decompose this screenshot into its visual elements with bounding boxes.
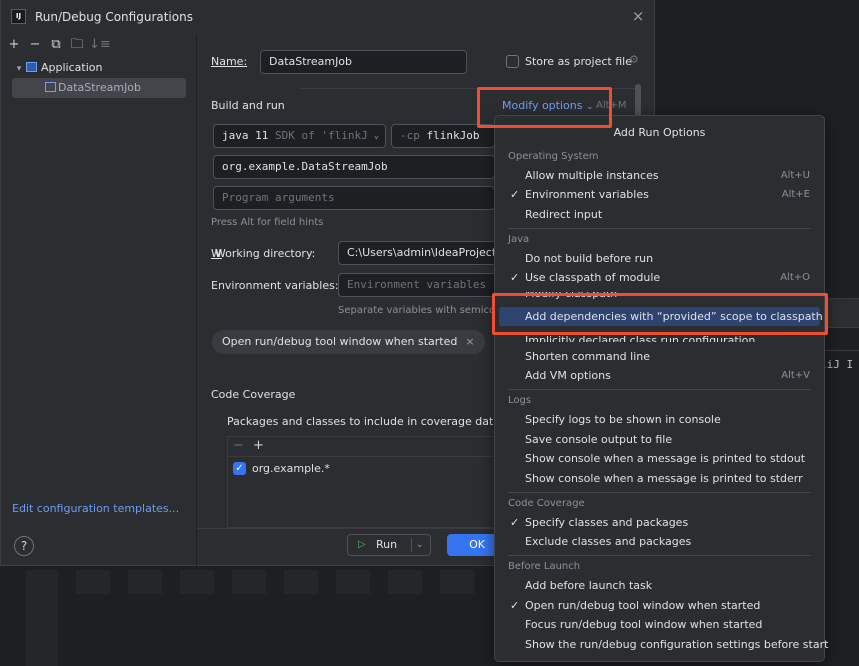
- configuration-icon: [45, 82, 56, 92]
- environment-variables-field[interactable]: Environment variables: [338, 273, 498, 297]
- checkmark-icon: ✓: [510, 188, 520, 201]
- chevron-down-icon[interactable]: ▾: [12, 59, 26, 79]
- option-save-console-output[interactable]: Save console output to file: [499, 430, 820, 449]
- popup-section-java: Java: [508, 234, 530, 245]
- edit-templates-link[interactable]: Edit configuration templates...: [12, 502, 179, 515]
- option-open-tool-window[interactable]: ✓ Open run/debug tool window when started: [499, 596, 820, 615]
- option-do-not-build[interactable]: Do not build before run: [499, 249, 820, 268]
- remove-icon[interactable]: −: [26, 36, 44, 54]
- popup-separator: [508, 492, 811, 493]
- working-directory-label: WWorking directory:: [211, 247, 316, 260]
- highlight-provided-scope-option: [492, 293, 828, 335]
- coverage-pattern-checkbox[interactable]: ✓: [233, 462, 246, 475]
- add-run-options-popup: Add Run Options Operating System Allow m…: [494, 115, 828, 662]
- tree-item-label: DataStreamJob: [58, 81, 142, 94]
- close-icon[interactable]: ×: [630, 8, 646, 24]
- program-arguments-field[interactable]: Program arguments: [213, 186, 495, 210]
- application-icon: [26, 62, 37, 72]
- ide-panel-tile: [336, 570, 370, 594]
- help-button[interactable]: ?: [14, 536, 34, 556]
- environment-variables-hint: Separate variables with semicolon: [338, 305, 494, 316]
- popup-separator: [508, 389, 811, 390]
- option-add-before-launch-task[interactable]: Add before launch task: [499, 576, 820, 595]
- coverage-pattern: org.example.*: [252, 462, 330, 475]
- remove-icon[interactable]: −: [233, 438, 244, 453]
- highlight-modify-options: [477, 87, 612, 128]
- environment-variables-label: Environment variables:: [211, 279, 339, 292]
- folder-icon[interactable]: 🗀: [68, 36, 86, 54]
- intellij-app-icon: IJ: [11, 9, 26, 24]
- chevron-down-icon[interactable]: ⌄: [416, 535, 424, 555]
- configurations-toolbar: + − ⧉ 🗀 ↓≡: [5, 36, 111, 54]
- coverage-list: − + ✓ org.example.*: [227, 436, 497, 528]
- tool-window-chip-label: Open run/debug tool window when started: [222, 335, 458, 348]
- option-exclude-classes[interactable]: Exclude classes and packages: [499, 532, 820, 551]
- dialog-title: Run/Debug Configurations: [35, 10, 193, 24]
- code-coverage-heading: Code Coverage: [211, 388, 296, 401]
- option-show-settings-before-start[interactable]: Show the run/debug configuration setting…: [499, 635, 828, 654]
- name-field[interactable]: DataStreamJob: [260, 50, 467, 74]
- ide-panel-tile: [284, 570, 318, 594]
- main-class-field[interactable]: org.example.DataStreamJob: [213, 155, 495, 179]
- play-icon: ▷: [358, 539, 366, 550]
- build-run-heading: Build and run: [211, 99, 285, 112]
- option-shorten-command-line[interactable]: Shorten command line: [499, 347, 820, 366]
- option-use-classpath-of-module[interactable]: ✓ Use classpath of module Alt+O: [499, 268, 820, 287]
- classpath-module: flinkJob: [426, 129, 480, 142]
- popup-section-code-coverage: Code Coverage: [508, 498, 585, 509]
- sort-icon[interactable]: ↓≡: [89, 36, 111, 54]
- option-add-vm-options[interactable]: Add VM options Alt+V: [499, 366, 820, 385]
- option-redirect-input[interactable]: Redirect input: [499, 205, 820, 224]
- option-focus-tool-window[interactable]: Focus run/debug tool window when started: [499, 615, 820, 634]
- ide-panel-tile: [26, 570, 58, 666]
- checkmark-icon: ✓: [510, 516, 520, 529]
- option-allow-multiple-instances[interactable]: Allow multiple instances Alt+U: [499, 166, 820, 185]
- ide-panel-tile: [180, 570, 214, 594]
- tree-group-application[interactable]: ▾ Application: [12, 58, 186, 78]
- ide-panel-tile: [388, 570, 422, 594]
- coverage-description: Packages and classes to include in cover…: [227, 415, 501, 428]
- working-directory-field[interactable]: C:\Users\admin\IdeaProjects\fl: [338, 241, 498, 265]
- dialog-titlebar: IJ Run/Debug Configurations ×: [1, 0, 654, 34]
- ide-panel-tile: [76, 570, 110, 594]
- option-environment-variables[interactable]: ✓ Environment variables Alt+E: [499, 185, 820, 204]
- configurations-pane: + − ⧉ 🗀 ↓≡ ▾ Application DataStreamJob Ed…: [1, 34, 197, 566]
- jdk-version: java 11: [222, 129, 269, 142]
- classpath-flag: -cp: [400, 129, 420, 142]
- popup-section-os: Operating System: [508, 151, 599, 162]
- field-hint-text: Press Alt for field hints: [211, 217, 324, 228]
- tree-group-label: Application: [41, 61, 103, 74]
- jdk-select[interactable]: java 11 SDK of 'flinkJ ⌄: [213, 124, 386, 148]
- run-button-label: Run: [376, 538, 398, 551]
- ide-panel-tile: [128, 570, 162, 594]
- chevron-down-icon: ⌄: [373, 131, 379, 141]
- option-show-console-stderr[interactable]: Show console when a message is printed t…: [499, 469, 820, 488]
- coverage-list-toolbar: − +: [228, 437, 496, 457]
- popup-separator: [508, 555, 811, 556]
- popup-separator: [508, 228, 811, 229]
- run-button[interactable]: ▷ Run ⌄: [347, 534, 431, 556]
- name-label: Name:: [211, 55, 248, 68]
- option-specify-logs[interactable]: Specify logs to be shown in console: [499, 410, 820, 429]
- jdk-hint: SDK of 'flinkJ: [274, 129, 368, 142]
- copy-icon[interactable]: ⧉: [47, 36, 65, 54]
- popup-section-before-launch: Before Launch: [508, 561, 581, 572]
- checkmark-icon: ✓: [510, 599, 520, 612]
- ide-panel-tile: [232, 570, 266, 594]
- option-specify-classes[interactable]: ✓ Specify classes and packages: [499, 513, 820, 532]
- store-project-label: Store as project file: [525, 55, 632, 68]
- tool-window-chip[interactable]: Open run/debug tool window when started ×: [212, 330, 485, 354]
- tree-item-datastreamjob[interactable]: DataStreamJob: [12, 78, 186, 98]
- store-project-checkbox[interactable]: [506, 55, 519, 68]
- ide-panel-tile: [440, 570, 474, 594]
- option-show-console-stdout[interactable]: Show console when a message is printed t…: [499, 449, 820, 468]
- run-button-divider: [411, 538, 412, 552]
- add-icon[interactable]: +: [5, 36, 23, 54]
- checkmark-icon: ✓: [510, 271, 520, 284]
- close-icon[interactable]: ×: [465, 335, 474, 348]
- add-icon[interactable]: +: [253, 438, 264, 453]
- popup-section-logs: Logs: [508, 395, 532, 406]
- gear-icon[interactable]: ⚙: [629, 53, 639, 66]
